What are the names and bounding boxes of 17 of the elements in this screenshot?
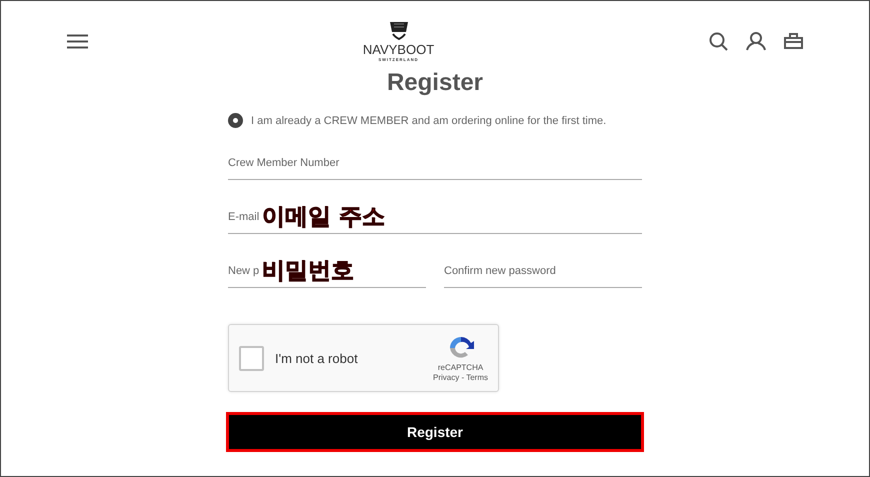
captcha-links[interactable]: Privacy - Terms [433,373,488,382]
annotation-text: 비밀번호 [262,258,354,282]
annotation-text: 이메일 주소 [262,204,386,228]
text-field[interactable]: Crew Member Number [228,136,642,180]
radio-button[interactable] [228,113,243,128]
page-title: Register [386,69,484,97]
register-button[interactable]: Register [226,412,644,452]
captcha-checkbox[interactable] [239,346,264,370]
menu-icon[interactable] [67,34,88,48]
bag-icon[interactable] [784,33,803,49]
user-icon[interactable] [746,32,766,50]
radio-label: I am already a CREW MEMBER and am ordering online for the first time. [251,114,606,126]
brand-name: NAVYBOOT [362,43,434,56]
captcha-label: I'm not a robot [275,350,359,366]
captcha-brand: reCAPTCHA [438,363,484,372]
search-icon[interactable] [709,32,728,50]
text-field[interactable]: Confirm new password [444,244,642,288]
